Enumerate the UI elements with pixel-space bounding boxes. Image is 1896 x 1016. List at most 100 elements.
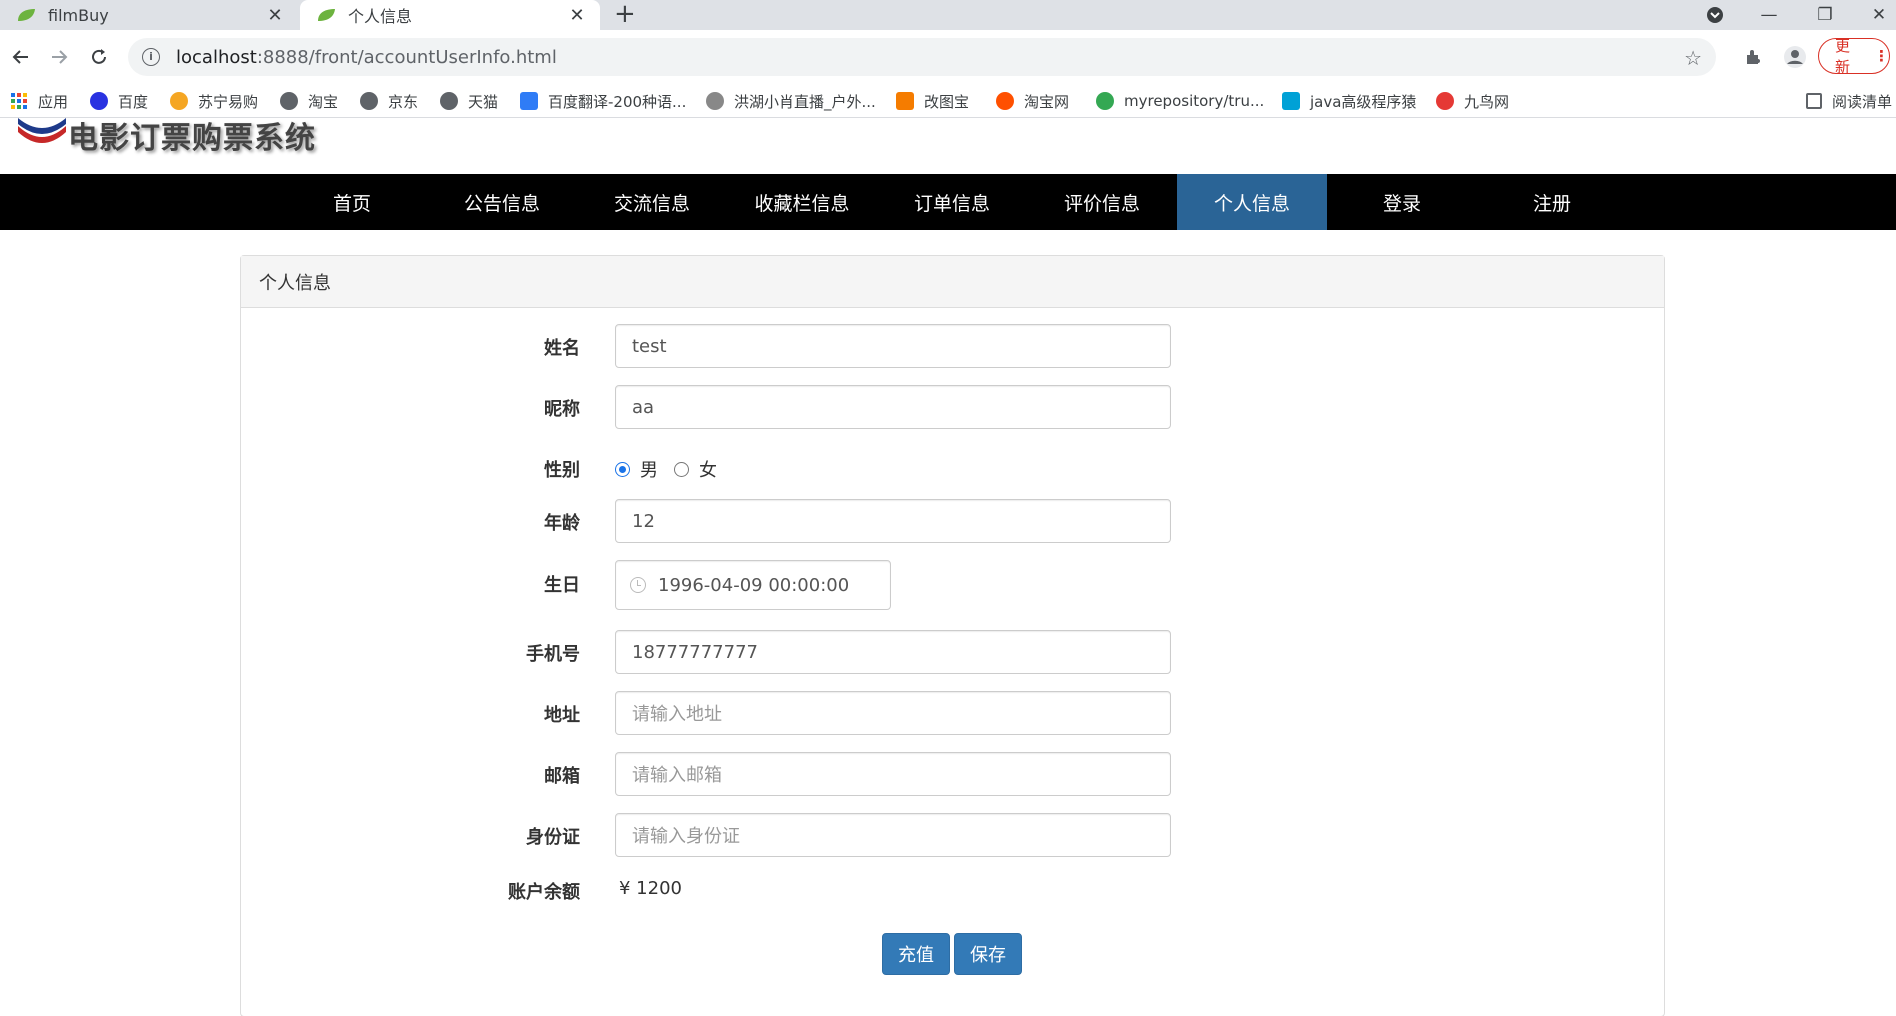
restore-icon[interactable]: ❐: [1808, 0, 1842, 30]
bookmark-jiuniao[interactable]: 九鸟网: [1436, 84, 1509, 118]
nav-announcements[interactable]: 公告信息: [427, 174, 577, 230]
address-bar[interactable]: i localhost:8888/front/accountUserInfo.h…: [128, 38, 1716, 76]
profile-avatar-icon[interactable]: [1780, 42, 1810, 72]
reload-icon[interactable]: [84, 42, 114, 72]
bookmark-label: 百度: [118, 92, 149, 111]
url-path: :8888/front/accountUserInfo.html: [256, 46, 557, 68]
bookmark-myrepository[interactable]: myrepository/tru...: [1096, 84, 1264, 118]
reading-list[interactable]: 阅读清单: [1806, 84, 1892, 118]
baidu-translate-icon: [520, 92, 538, 110]
gender-female-radio[interactable]: [674, 461, 689, 477]
url-text: localhost:8888/front/accountUserInfo.htm…: [176, 47, 557, 68]
tab-personal-info[interactable]: 个人信息 ✕: [300, 0, 600, 30]
nickname-value: aa: [632, 396, 655, 418]
tab-title: 个人信息: [348, 7, 413, 26]
site-logo[interactable]: 电影订票购票系统: [16, 118, 316, 154]
gender-male-label[interactable]: 男: [640, 456, 658, 482]
email-placeholder: 请输入邮箱: [632, 765, 722, 786]
tab-search-icon[interactable]: [1700, 0, 1730, 30]
tab-title: filmBuy: [48, 5, 109, 25]
name-input[interactable]: test: [615, 324, 1171, 368]
gender-male-radio[interactable]: [615, 461, 630, 477]
spring-leaf-icon: [318, 9, 335, 21]
phone-label: 手机号: [526, 644, 580, 665]
bookmark-suning[interactable]: 苏宁易购: [170, 84, 258, 118]
nav-reviews[interactable]: 评价信息: [1027, 174, 1177, 230]
bookmark-label: 淘宝网: [1024, 92, 1070, 111]
address-placeholder: 请输入地址: [632, 704, 722, 725]
globe-icon: [440, 92, 458, 110]
phone-value: 18777777777: [632, 641, 758, 663]
globe-icon: [280, 92, 298, 110]
bookmark-label: 京东: [388, 92, 419, 111]
gender-female-label[interactable]: 女: [699, 456, 717, 482]
url-host: localhost: [176, 46, 257, 68]
nav-register[interactable]: 注册: [1477, 174, 1627, 230]
bookmark-star-icon[interactable]: ☆: [1684, 46, 1702, 70]
chrome-icon: [1096, 92, 1114, 110]
nav-personal-info[interactable]: 个人信息: [1177, 174, 1327, 230]
flag-logo-icon: [18, 118, 66, 143]
idcard-placeholder: 请输入身份证: [632, 826, 740, 847]
bookmark-taobaowang[interactable]: 淘宝网: [996, 84, 1069, 118]
bookmark-apps[interactable]: 应用: [10, 84, 68, 118]
address-input[interactable]: 请输入地址: [615, 691, 1171, 735]
update-label: 更新: [1835, 37, 1851, 76]
tab-strip: filmBuy ✕ 个人信息 ✕ + — ❐ ✕: [0, 0, 1896, 30]
nav-favorites[interactable]: 收藏栏信息: [727, 174, 877, 230]
new-tab-icon[interactable]: +: [614, 0, 636, 30]
menu-dots-icon[interactable]: ⋮: [1874, 47, 1889, 65]
taobao-icon: [996, 92, 1014, 110]
suning-lion-icon: [170, 92, 188, 110]
site-info-icon[interactable]: i: [142, 48, 160, 66]
bookmark-jd[interactable]: 京东: [360, 84, 418, 118]
birthday-picker[interactable]: 1996-04-09 00:00:00: [615, 560, 891, 610]
bookmark-label: 天猫: [468, 92, 499, 111]
personal-info-panel: 个人信息 姓名 test 昵称 aa 性别 男 女 年龄 12 生日 1996-…: [240, 255, 1665, 1016]
nav-home[interactable]: 首页: [277, 174, 427, 230]
bookmark-label: 九鸟网: [1464, 92, 1510, 111]
bookmark-gaitubao[interactable]: 改图宝: [896, 84, 969, 118]
name-value: test: [632, 335, 667, 357]
close-icon[interactable]: ✕: [264, 5, 286, 26]
bookmark-tmall[interactable]: 天猫: [440, 84, 498, 118]
update-button[interactable]: 更新 ⋮: [1818, 37, 1890, 76]
idcard-input[interactable]: 请输入身份证: [615, 813, 1171, 857]
bookmark-baidu-translate[interactable]: 百度翻译-200种语...: [520, 84, 686, 118]
close-icon[interactable]: ✕: [566, 5, 588, 26]
nav-orders[interactable]: 订单信息: [877, 174, 1027, 230]
balance-value: ¥ 1200: [619, 878, 682, 899]
bilibili-icon: [1282, 92, 1300, 110]
bookmark-label: java高级程序猿: [1310, 92, 1417, 111]
bookmark-baidu[interactable]: 百度: [90, 84, 148, 118]
phone-input[interactable]: 18777777777: [615, 630, 1171, 674]
bookmark-java[interactable]: java高级程序猿: [1282, 84, 1416, 118]
gender-radio-group: 男 女: [615, 456, 717, 482]
email-input[interactable]: 请输入邮箱: [615, 752, 1171, 796]
bookmark-label: 洪湖小肖直播_户外...: [734, 92, 876, 111]
extensions-icon[interactable]: [1738, 42, 1768, 72]
nav-exchange[interactable]: 交流信息: [577, 174, 727, 230]
spring-leaf-icon: [18, 9, 35, 21]
apps-grid-icon: [11, 93, 27, 109]
forward-icon[interactable]: [44, 42, 74, 72]
back-icon[interactable]: [6, 42, 36, 72]
birthday-value: 1996-04-09 00:00:00: [658, 574, 850, 596]
live-bird-icon: [706, 92, 724, 110]
window-close-icon[interactable]: ✕: [1862, 0, 1896, 30]
gender-label: 性别: [544, 460, 580, 481]
bookmark-taobao[interactable]: 淘宝: [280, 84, 338, 118]
nickname-label: 昵称: [544, 399, 580, 420]
recharge-button[interactable]: 充值: [882, 933, 950, 975]
save-button[interactable]: 保存: [954, 933, 1022, 975]
age-input[interactable]: 12: [615, 499, 1171, 543]
nickname-input[interactable]: aa: [615, 385, 1171, 429]
bookmark-label: 百度翻译-200种语...: [548, 92, 687, 111]
tab-filmbuy[interactable]: filmBuy ✕: [0, 0, 298, 30]
panel-title: 个人信息: [241, 256, 1664, 308]
nav-login[interactable]: 登录: [1327, 174, 1477, 230]
reading-list-label: 阅读清单: [1832, 92, 1893, 111]
bookmark-live[interactable]: 洪湖小肖直播_户外...: [706, 84, 876, 118]
bookmark-label: myrepository/tru...: [1124, 92, 1265, 110]
minimize-icon[interactable]: —: [1752, 0, 1786, 30]
